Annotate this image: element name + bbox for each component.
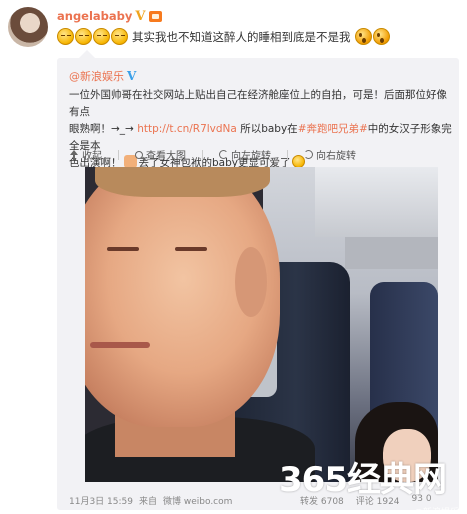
view-large-button[interactable]: 查看大图: [135, 147, 186, 162]
username[interactable]: angelababy: [57, 9, 132, 23]
man-hair: [95, 167, 270, 197]
repost-text-line: 一位外国帅哥在社交网站上贴出自己在经济舱座位上的自拍，可是！后面那位好像有点: [69, 89, 447, 118]
sleepy-emoji-icon: [111, 28, 128, 45]
like-count[interactable]: 93 0: [412, 494, 432, 507]
shocked-emoji-icon: [372, 28, 390, 45]
rotate-right-label: 向右旋转: [316, 151, 356, 162]
repost-card: @新浪娱乐 V 一位外国帅哥在社交网站上贴出自己在经济舱座位上的自拍，可是！后面…: [57, 50, 459, 514]
view-large-label: 查看大图: [146, 151, 186, 162]
overhead-bin: [345, 237, 438, 269]
sleepy-emoji-icon: [57, 28, 74, 45]
verified-icon: V: [135, 8, 146, 24]
hashtag-link[interactable]: #奔跑吧兄弟#: [298, 123, 368, 135]
overhead-bin: [315, 167, 438, 237]
rotate-right-button[interactable]: 向右旋转: [304, 147, 356, 162]
source-prefix: 来自: [138, 497, 157, 507]
post-counts: 转发 6708 评论 1924 93 0: [300, 494, 432, 507]
man-ear: [235, 247, 267, 317]
collapse-label: 收起: [82, 151, 102, 162]
rotate-left-label: 向左旋转: [231, 151, 271, 162]
smile: [90, 342, 150, 348]
closed-eye: [107, 247, 139, 251]
post-text: 其实我也不知道这醉人的睡相到底是不是我: [132, 29, 351, 44]
rotate-left-icon: [219, 150, 228, 159]
rotate-right-icon: [304, 150, 313, 159]
divider: [202, 149, 203, 160]
post-meta: 11月3日 15:59 来自 微博 weibo.com: [69, 494, 232, 507]
sleepy-emoji-icon: [93, 28, 110, 45]
source-link[interactable]: 微博 weibo.com: [163, 494, 232, 507]
post-header: angelababy V: [57, 8, 162, 24]
member-badge-icon[interactable]: [148, 10, 162, 22]
repost-text-segment: 眼熟啊！→_→: [69, 123, 134, 135]
collapse-button[interactable]: 收起: [69, 147, 102, 162]
shocked-emoji-icon: [354, 28, 372, 45]
comment-count[interactable]: 评论 1924: [356, 494, 400, 507]
verified-icon: V: [127, 69, 137, 83]
avatar[interactable]: [8, 7, 48, 47]
post-content: 其实我也不知道这醉人的睡相到底是不是我: [57, 28, 390, 45]
short-link[interactable]: http://t.cn/R7lvdNa: [137, 123, 237, 135]
divider: [287, 149, 288, 160]
image-actions: 收起 查看大图 向左旋转 向右旋转: [69, 147, 356, 162]
repost-text-segment: 所以baby在: [240, 123, 298, 135]
repost-count[interactable]: 转发 6708: [300, 494, 344, 507]
repost-author: @新浪娱乐 V: [69, 68, 136, 84]
post-date[interactable]: 11月3日 15:59: [69, 494, 133, 507]
zoom-icon: [135, 150, 143, 159]
post-photo[interactable]: [85, 167, 438, 482]
rotate-left-button[interactable]: 向左旋转: [219, 147, 271, 162]
repost-author-name[interactable]: @新浪娱乐: [69, 68, 124, 84]
divider: [118, 149, 119, 160]
collapse-icon: [69, 149, 79, 160]
closed-eye: [175, 247, 207, 251]
sleepy-emoji-icon: [75, 28, 92, 45]
